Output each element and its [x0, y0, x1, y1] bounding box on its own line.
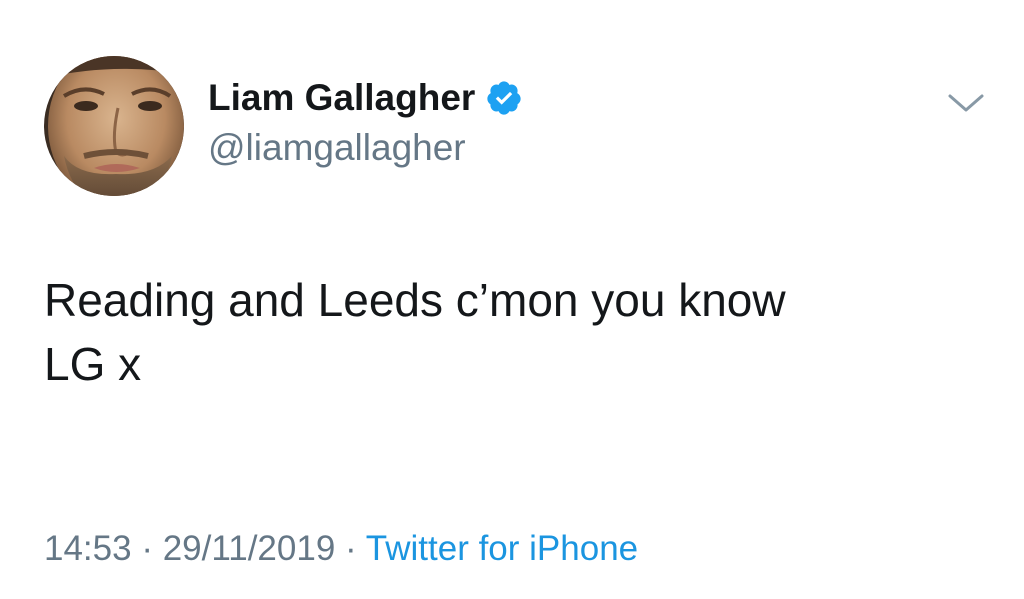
- name-row: Liam Gallagher: [208, 76, 523, 120]
- meta-separator: ·: [345, 529, 357, 568]
- user-handle[interactable]: @liamgallagher: [208, 126, 466, 170]
- display-name[interactable]: Liam Gallagher: [208, 76, 475, 120]
- chevron-down-icon[interactable]: [946, 90, 986, 116]
- meta-separator: ·: [141, 529, 153, 568]
- avatar-photo: [44, 56, 184, 196]
- verified-badge-icon: [485, 79, 523, 117]
- tweet-card: Liam Gallagher @liamgallagher Reading an…: [0, 0, 1024, 599]
- tweet-meta: 14:53 · 29/11/2019 · Twitter for iPhone: [44, 527, 638, 571]
- tweet-source-link[interactable]: Twitter for iPhone: [366, 529, 638, 568]
- tweet-text: Reading and Leeds c’mon you know LG x: [44, 274, 786, 390]
- avatar[interactable]: [44, 56, 184, 196]
- tweet-time[interactable]: 14:53: [44, 529, 132, 568]
- tweet-date[interactable]: 29/11/2019: [163, 529, 336, 568]
